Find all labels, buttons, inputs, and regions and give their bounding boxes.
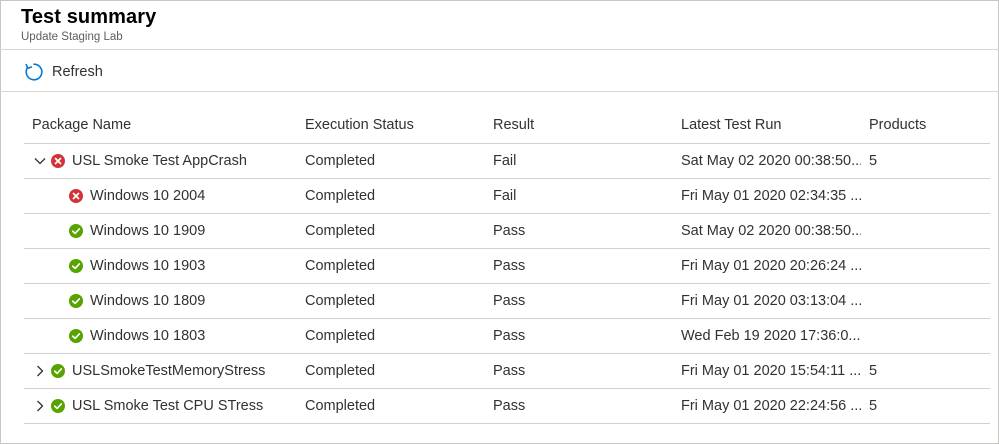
error-icon [51, 154, 65, 168]
page-title: Test summary [21, 6, 157, 28]
result-cell: Pass [493, 363, 526, 379]
table-row[interactable]: USL Smoke Test AppCrash Completed Fail Sat … [24, 144, 990, 179]
table-body: USL Smoke Test AppCrash Completed Fail Sat … [24, 144, 990, 424]
success-check-icon [69, 329, 83, 343]
package-name: USL Smoke Test CPU STress [72, 398, 264, 414]
success-check-icon [69, 224, 83, 238]
test-summary-table: Package Name Execution Status Result Lat… [24, 107, 990, 424]
execution-status-cell: Completed [305, 188, 376, 204]
chevron-right-icon[interactable] [32, 398, 48, 414]
package-name-cell: Windows 10 1903 [32, 249, 302, 283]
column-header-latest-test-run[interactable]: Latest Test Run [681, 107, 861, 143]
column-header-execution-status[interactable]: Execution Status [305, 107, 485, 143]
blade-header: Test summary Update Staging Lab [0, 0, 999, 50]
package-name-cell: USLSmokeTestMemoryStress [32, 354, 302, 388]
products-cell: 5 [869, 363, 878, 379]
products-cell: 5 [869, 153, 878, 169]
success-check-icon [51, 399, 65, 413]
latest-test-run-cell: Fri May 01 2020 22:24:56 ... [681, 398, 861, 414]
table-row[interactable]: USLSmokeTestMemoryStress Completed Pass Fri… [24, 354, 990, 389]
package-name: Windows 10 2004 [90, 188, 206, 204]
success-check-icon [69, 294, 83, 308]
table-row[interactable]: Windows 10 1903 Completed Pass Fri May 01 2… [24, 249, 990, 284]
latest-test-run-cell: Fri May 01 2020 03:13:04 ... [681, 293, 861, 309]
package-name-cell: USL Smoke Test CPU STress [32, 389, 302, 423]
table-row[interactable]: Windows 10 2004 Completed Fail Fri May 01 2… [24, 179, 990, 214]
execution-status-cell: Completed [305, 223, 376, 239]
table-row[interactable]: Windows 10 1909 Completed Pass Sat May 02 2… [24, 214, 990, 249]
command-bar: Refresh [0, 51, 999, 92]
package-name-cell: USL Smoke Test AppCrash [32, 144, 302, 178]
refresh-label: Refresh [52, 64, 103, 80]
package-name: Windows 10 1909 [90, 223, 206, 239]
chevron-right-icon[interactable] [32, 363, 48, 379]
execution-status-cell: Completed [305, 363, 376, 379]
result-cell: Pass [493, 223, 526, 239]
chevron-down-icon[interactable] [32, 153, 48, 169]
execution-status-cell: Completed [305, 153, 376, 169]
latest-test-run-cell: Fri May 01 2020 20:26:24 ... [681, 258, 861, 274]
error-icon [69, 189, 83, 203]
table-row[interactable]: Windows 10 1809 Completed Pass Fri May 01 2… [24, 284, 990, 319]
refresh-button[interactable]: Refresh [20, 58, 107, 86]
column-header-result[interactable]: Result [493, 107, 673, 143]
package-name-cell: Windows 10 1909 [32, 214, 302, 248]
latest-test-run-cell: Sat May 02 2020 00:38:50... [681, 153, 861, 169]
result-cell: Pass [493, 258, 526, 274]
table-header-row: Package Name Execution Status Result Lat… [24, 107, 990, 144]
package-name-cell: Windows 10 2004 [32, 179, 302, 213]
execution-status-cell: Completed [305, 328, 376, 344]
table-row[interactable]: Windows 10 1803 Completed Pass Wed Feb 19 2… [24, 319, 990, 354]
latest-test-run-cell: Fri May 01 2020 15:54:11 ... [681, 363, 861, 379]
column-header-products[interactable]: Products [869, 107, 969, 143]
page-subtitle: Update Staging Lab [21, 31, 123, 43]
execution-status-cell: Completed [305, 258, 376, 274]
result-cell: Fail [493, 188, 517, 204]
products-cell [869, 249, 969, 283]
package-name-cell: Windows 10 1809 [32, 284, 302, 318]
products-cell [869, 284, 969, 318]
products-cell [869, 214, 969, 248]
package-name: USLSmokeTestMemoryStress [72, 363, 266, 379]
package-name: Windows 10 1803 [90, 328, 206, 344]
execution-status-cell: Completed [305, 293, 376, 309]
column-header-package-name[interactable]: Package Name [32, 107, 302, 143]
execution-status-cell: Completed [305, 398, 376, 414]
refresh-icon [24, 62, 44, 82]
package-name: Windows 10 1903 [90, 258, 206, 274]
latest-test-run-cell: Fri May 01 2020 02:34:35 ... [681, 188, 861, 204]
result-cell: Pass [493, 328, 526, 344]
table-row[interactable]: USL Smoke Test CPU STress Completed Pass Fr… [24, 389, 990, 424]
result-cell: Fail [493, 153, 517, 169]
products-cell: 5 [869, 398, 878, 414]
package-name: USL Smoke Test AppCrash [72, 153, 247, 169]
result-cell: Pass [493, 398, 526, 414]
latest-test-run-cell: Wed Feb 19 2020 17:36:0... [681, 328, 861, 344]
package-name: Windows 10 1809 [90, 293, 206, 309]
success-check-icon [69, 259, 83, 273]
result-cell: Pass [493, 293, 526, 309]
success-check-icon [51, 364, 65, 378]
products-cell [869, 319, 969, 353]
latest-test-run-cell: Sat May 02 2020 00:38:50... [681, 223, 861, 239]
package-name-cell: Windows 10 1803 [32, 319, 302, 353]
products-cell [869, 179, 969, 213]
